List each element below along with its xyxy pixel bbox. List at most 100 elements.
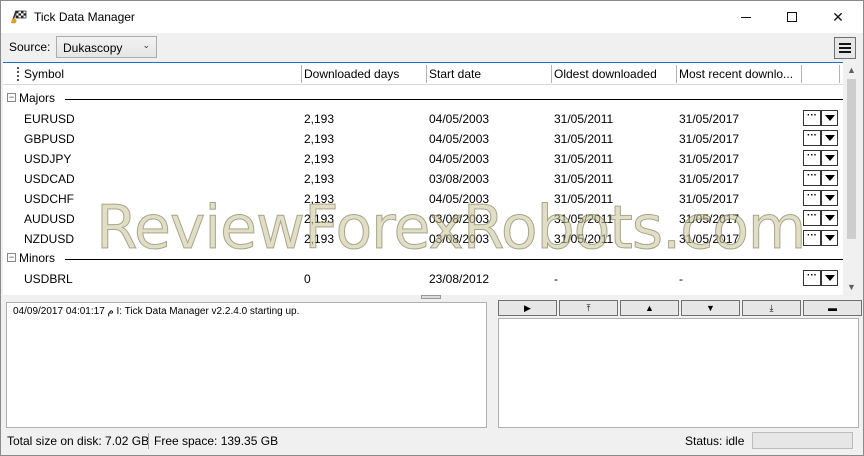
column-header-downloaded-days[interactable]: Downloaded days bbox=[304, 67, 399, 81]
dropdown-arrow-icon[interactable] bbox=[821, 150, 838, 166]
table-row[interactable]: USDJPY 2,193 04/05/2003 31/05/2011 31/05/201… bbox=[3, 148, 843, 168]
log-panel[interactable]: 04/09/2017 04:01:17 م I: Tick Data Manag… bbox=[6, 302, 487, 428]
dropdown-arrow-icon[interactable] bbox=[821, 110, 838, 126]
more-icon[interactable]: ··· bbox=[803, 110, 821, 126]
move-down-icon: ▼ bbox=[706, 303, 715, 313]
more-icon[interactable]: ··· bbox=[803, 230, 821, 246]
more-icon[interactable]: ··· bbox=[803, 270, 821, 286]
queue-panel: ▶ ⤒ ▲ ▼ ⤓ ▬ bbox=[497, 300, 862, 429]
source-selected-value: Dukascopy bbox=[63, 41, 123, 55]
move-top-button[interactable]: ⤒ bbox=[559, 300, 618, 316]
downloaded-days-cell: 2,193 bbox=[304, 192, 335, 206]
column-header-oldest-downloaded[interactable]: Oldest downloaded bbox=[554, 67, 657, 81]
column-divider[interactable] bbox=[551, 65, 552, 83]
title-bar: Tick Data Manager ✕ bbox=[1, 1, 863, 33]
more-icon[interactable]: ··· bbox=[803, 190, 821, 206]
grid-header: Symbol Downloaded days Start date Oldest… bbox=[3, 63, 843, 85]
start-date-cell: 04/05/2003 bbox=[429, 152, 490, 166]
dropdown-arrow-icon[interactable] bbox=[821, 170, 838, 186]
move-bottom-icon: ⤓ bbox=[769, 302, 774, 313]
most-recent-cell: 31/05/2017 bbox=[679, 212, 740, 226]
move-up-button[interactable]: ▲ bbox=[620, 300, 679, 316]
table-row[interactable]: USDCHF 2,193 04/05/2003 31/05/2011 31/05/201… bbox=[3, 188, 843, 208]
group-header-minors[interactable]: − Minors bbox=[3, 248, 843, 268]
downloaded-days-cell: 2,193 bbox=[304, 172, 335, 186]
play-icon: ▶ bbox=[524, 302, 531, 313]
table-row[interactable]: USDCAD 2,193 03/08/2003 31/05/2011 31/05/201… bbox=[3, 168, 843, 188]
column-header-symbol[interactable]: Symbol bbox=[24, 67, 64, 81]
scroll-thumb[interactable] bbox=[847, 79, 856, 239]
downloaded-days-cell: 2,193 bbox=[304, 132, 335, 146]
grip-icon[interactable] bbox=[17, 67, 19, 81]
tick-data-manager-window: Tick Data Manager ✕ Source: Dukascopy ⌄ … bbox=[0, 0, 864, 456]
main-menu-button[interactable] bbox=[834, 37, 856, 59]
symbol-cell: USDJPY bbox=[24, 152, 72, 166]
maximize-button[interactable] bbox=[769, 1, 815, 33]
group-header-majors[interactable]: − Majors bbox=[3, 88, 843, 108]
source-label: Source: bbox=[9, 40, 51, 54]
remove-icon: ▬ bbox=[828, 303, 837, 313]
column-divider[interactable] bbox=[676, 65, 677, 83]
symbol-cell: AUDUSD bbox=[24, 212, 75, 226]
minimize-button[interactable] bbox=[723, 1, 769, 33]
more-icon[interactable]: ··· bbox=[803, 210, 821, 226]
symbol-cell: USDBRL bbox=[24, 272, 73, 286]
dropdown-arrow-icon[interactable] bbox=[821, 210, 838, 226]
collapse-icon[interactable]: − bbox=[7, 253, 16, 262]
more-icon[interactable]: ··· bbox=[803, 130, 821, 146]
column-divider[interactable] bbox=[301, 65, 302, 83]
dropdown-arrow-icon[interactable] bbox=[821, 190, 838, 206]
oldest-downloaded-cell: 31/05/2011 bbox=[554, 112, 614, 126]
start-date-cell: 04/05/2003 bbox=[429, 192, 490, 206]
table-row[interactable]: EURUSD 2,193 04/05/2003 31/05/2011 31/05/201… bbox=[3, 108, 843, 128]
table-row[interactable]: NZDUSD 2,193 03/08/2003 31/05/2011 31/05/201… bbox=[3, 228, 843, 248]
column-divider[interactable] bbox=[839, 65, 840, 83]
symbol-cell: EURUSD bbox=[24, 112, 75, 126]
column-header-most-recent[interactable]: Most recent downlo... bbox=[679, 67, 793, 81]
oldest-downloaded-cell: 31/05/2011 bbox=[554, 192, 614, 206]
splitter-handle[interactable] bbox=[421, 295, 441, 299]
oldest-downloaded-cell: - bbox=[554, 272, 558, 286]
column-divider[interactable] bbox=[801, 65, 802, 83]
start-date-cell: 03/08/2003 bbox=[429, 232, 490, 246]
queue-list[interactable] bbox=[498, 318, 859, 428]
hamburger-menu-icon bbox=[839, 43, 851, 45]
toolbar: Source: Dukascopy ⌄ bbox=[1, 33, 863, 61]
grid-vertical-scrollbar[interactable]: ▲ ▼ bbox=[843, 62, 860, 295]
most-recent-cell: 31/05/2017 bbox=[679, 192, 740, 206]
table-row[interactable]: GBPUSD 2,193 04/05/2003 31/05/2011 31/05/201… bbox=[3, 128, 843, 148]
dropdown-arrow-icon[interactable] bbox=[821, 130, 838, 146]
table-row[interactable]: AUDUSD 2,193 03/08/2003 31/05/2011 31/05/201… bbox=[3, 208, 843, 228]
remove-button[interactable]: ▬ bbox=[803, 300, 862, 316]
group-divider bbox=[65, 99, 843, 100]
source-dropdown[interactable]: Dukascopy ⌄ bbox=[56, 36, 157, 58]
group-divider bbox=[65, 259, 843, 260]
column-divider[interactable] bbox=[426, 65, 427, 83]
move-bottom-button[interactable]: ⤓ bbox=[742, 300, 801, 316]
dropdown-arrow-icon[interactable] bbox=[821, 230, 838, 246]
downloaded-days-cell: 0 bbox=[304, 272, 311, 286]
column-header-start-date[interactable]: Start date bbox=[429, 67, 481, 81]
chevron-down-icon: ⌄ bbox=[142, 40, 150, 50]
most-recent-cell: 31/05/2017 bbox=[679, 132, 740, 146]
play-button[interactable]: ▶ bbox=[498, 300, 557, 316]
scroll-down-icon[interactable]: ▼ bbox=[847, 282, 856, 292]
start-date-cell: 23/08/2012 bbox=[429, 272, 490, 286]
total-size-text: Total size on disk: 7.02 GB bbox=[7, 434, 150, 448]
group-label: Majors bbox=[19, 91, 56, 105]
minimize-icon bbox=[741, 16, 751, 18]
log-line: 04/09/2017 04:01:17 م I: Tick Data Manag… bbox=[13, 306, 300, 317]
move-up-icon: ▲ bbox=[645, 303, 654, 313]
table-row[interactable]: USDBRL 0 23/08/2012 - - ··· bbox=[3, 268, 843, 288]
oldest-downloaded-cell: 31/05/2011 bbox=[554, 232, 614, 246]
scroll-up-icon[interactable]: ▲ bbox=[847, 65, 856, 75]
window-title: Tick Data Manager bbox=[34, 10, 135, 24]
more-icon[interactable]: ··· bbox=[803, 150, 821, 166]
collapse-icon[interactable]: − bbox=[7, 93, 16, 102]
close-button[interactable]: ✕ bbox=[815, 1, 861, 33]
move-down-button[interactable]: ▼ bbox=[681, 300, 740, 316]
symbol-cell: USDCAD bbox=[24, 172, 75, 186]
dropdown-arrow-icon[interactable] bbox=[821, 270, 838, 286]
more-icon[interactable]: ··· bbox=[803, 170, 821, 186]
most-recent-cell: 31/05/2017 bbox=[679, 232, 740, 246]
